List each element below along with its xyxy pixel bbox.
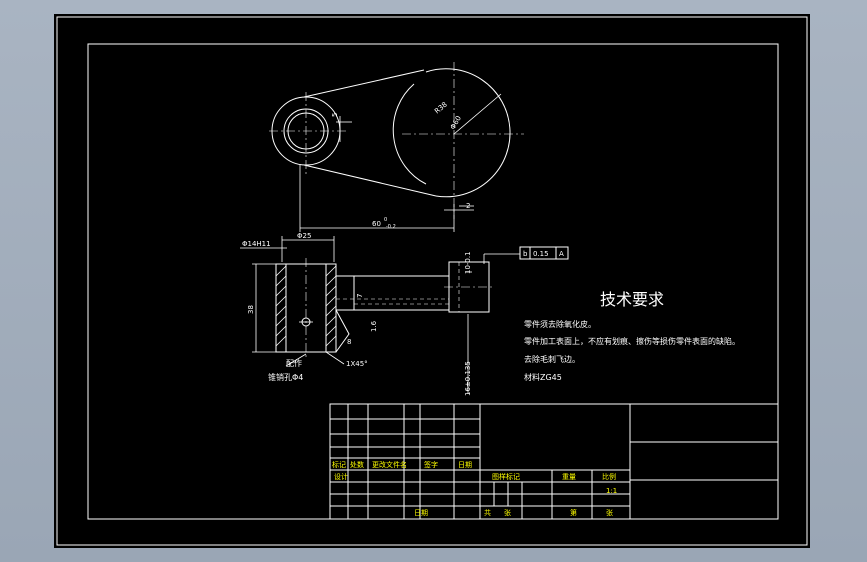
tech-req-line-2: 零件加工表面上，不应有划痕、擦伤等损伤零件表面的缺陷。: [524, 336, 740, 346]
tech-req-line-1: 零件须去除氧化皮。: [524, 319, 596, 329]
label-sheet-unit: 张: [606, 508, 613, 517]
dim-d25: Φ25: [297, 232, 311, 240]
rev-header-sign: 签字: [424, 460, 438, 469]
gdt-value: 0.15: [533, 250, 549, 258]
cad-drawing: R38 Φ60 5 2 60 0 -0.2 Φ25 Φ14H11 38 7 1.…: [56, 16, 808, 546]
gdt-datum: A: [559, 250, 564, 258]
scale-value: 1:1: [606, 487, 617, 495]
dim-5: 5: [331, 113, 339, 117]
rev-header-count: 处数: [350, 460, 364, 469]
label-stage: 图样标记: [492, 472, 520, 481]
dim-60: 60: [372, 220, 381, 228]
tech-req-line-3: 去除毛刺飞边。: [524, 354, 580, 364]
front-view: Φ25 Φ14H11 38 7 1.6 8 1X45° 10-0.1 16±0.…: [240, 232, 569, 396]
dim-7: 7: [356, 294, 364, 298]
dim-60-tol-lower: -0.2: [386, 224, 396, 230]
tech-requirements: 技术要求 零件须去除氧化皮。 零件加工表面上，不应有划痕、擦伤等损伤零件表面的缺…: [524, 290, 740, 382]
top-view: R38 Φ60 5 2 60 0 -0.2: [269, 62, 524, 232]
dim-60-tol-upper: 0: [384, 217, 387, 223]
dim-h38: 38: [247, 305, 255, 314]
arm-lower-edge: [303, 164, 437, 197]
note-pin-hole: 锥销孔Φ4: [268, 372, 303, 382]
drawing-sheet: R38 Φ60 5 2 60 0 -0.2 Φ25 Φ14H11 38 7 1.…: [54, 14, 810, 548]
label-sheets-unit: 张: [504, 508, 511, 517]
inner-frame: [87, 43, 779, 520]
label-sheets-total: 共: [484, 508, 491, 517]
title-block: 标记 处数 更改文件名 签字 日期 设计 日期 图样标记 重量 比例 1:1 共…: [329, 403, 779, 520]
label-sheet-no: 第: [570, 508, 577, 517]
rev-header-doc: 更改文件名: [372, 460, 407, 469]
dim-10-tol: 10-0.1: [464, 251, 472, 274]
hatch-left: [275, 265, 287, 347]
dim-8: 8: [347, 338, 351, 346]
rev-header-mark: 标记: [332, 460, 346, 469]
dim-d14h11: Φ14H11: [242, 240, 271, 248]
tech-req-line-4: 材料ZG45: [524, 372, 562, 382]
hatch-right: [325, 265, 337, 347]
label-design: 设计: [334, 472, 348, 481]
tech-req-title: 技术要求: [600, 290, 664, 309]
note-assemble: 配作: [286, 358, 302, 368]
label-date: 日期: [414, 509, 428, 517]
large-arc: [425, 68, 511, 198]
rev-header-date: 日期: [458, 461, 472, 469]
gdt-symbol: b: [523, 250, 528, 258]
dim-1-6: 1.6: [370, 320, 378, 332]
label-scale: 比例: [602, 472, 616, 481]
dim-chamfer: 1X45°: [346, 360, 368, 368]
label-weight: 重量: [562, 473, 576, 481]
dim-r38: R38: [433, 101, 449, 116]
dim-2: 2: [466, 202, 470, 210]
dim-16-tol: 16±0.135: [464, 361, 472, 396]
